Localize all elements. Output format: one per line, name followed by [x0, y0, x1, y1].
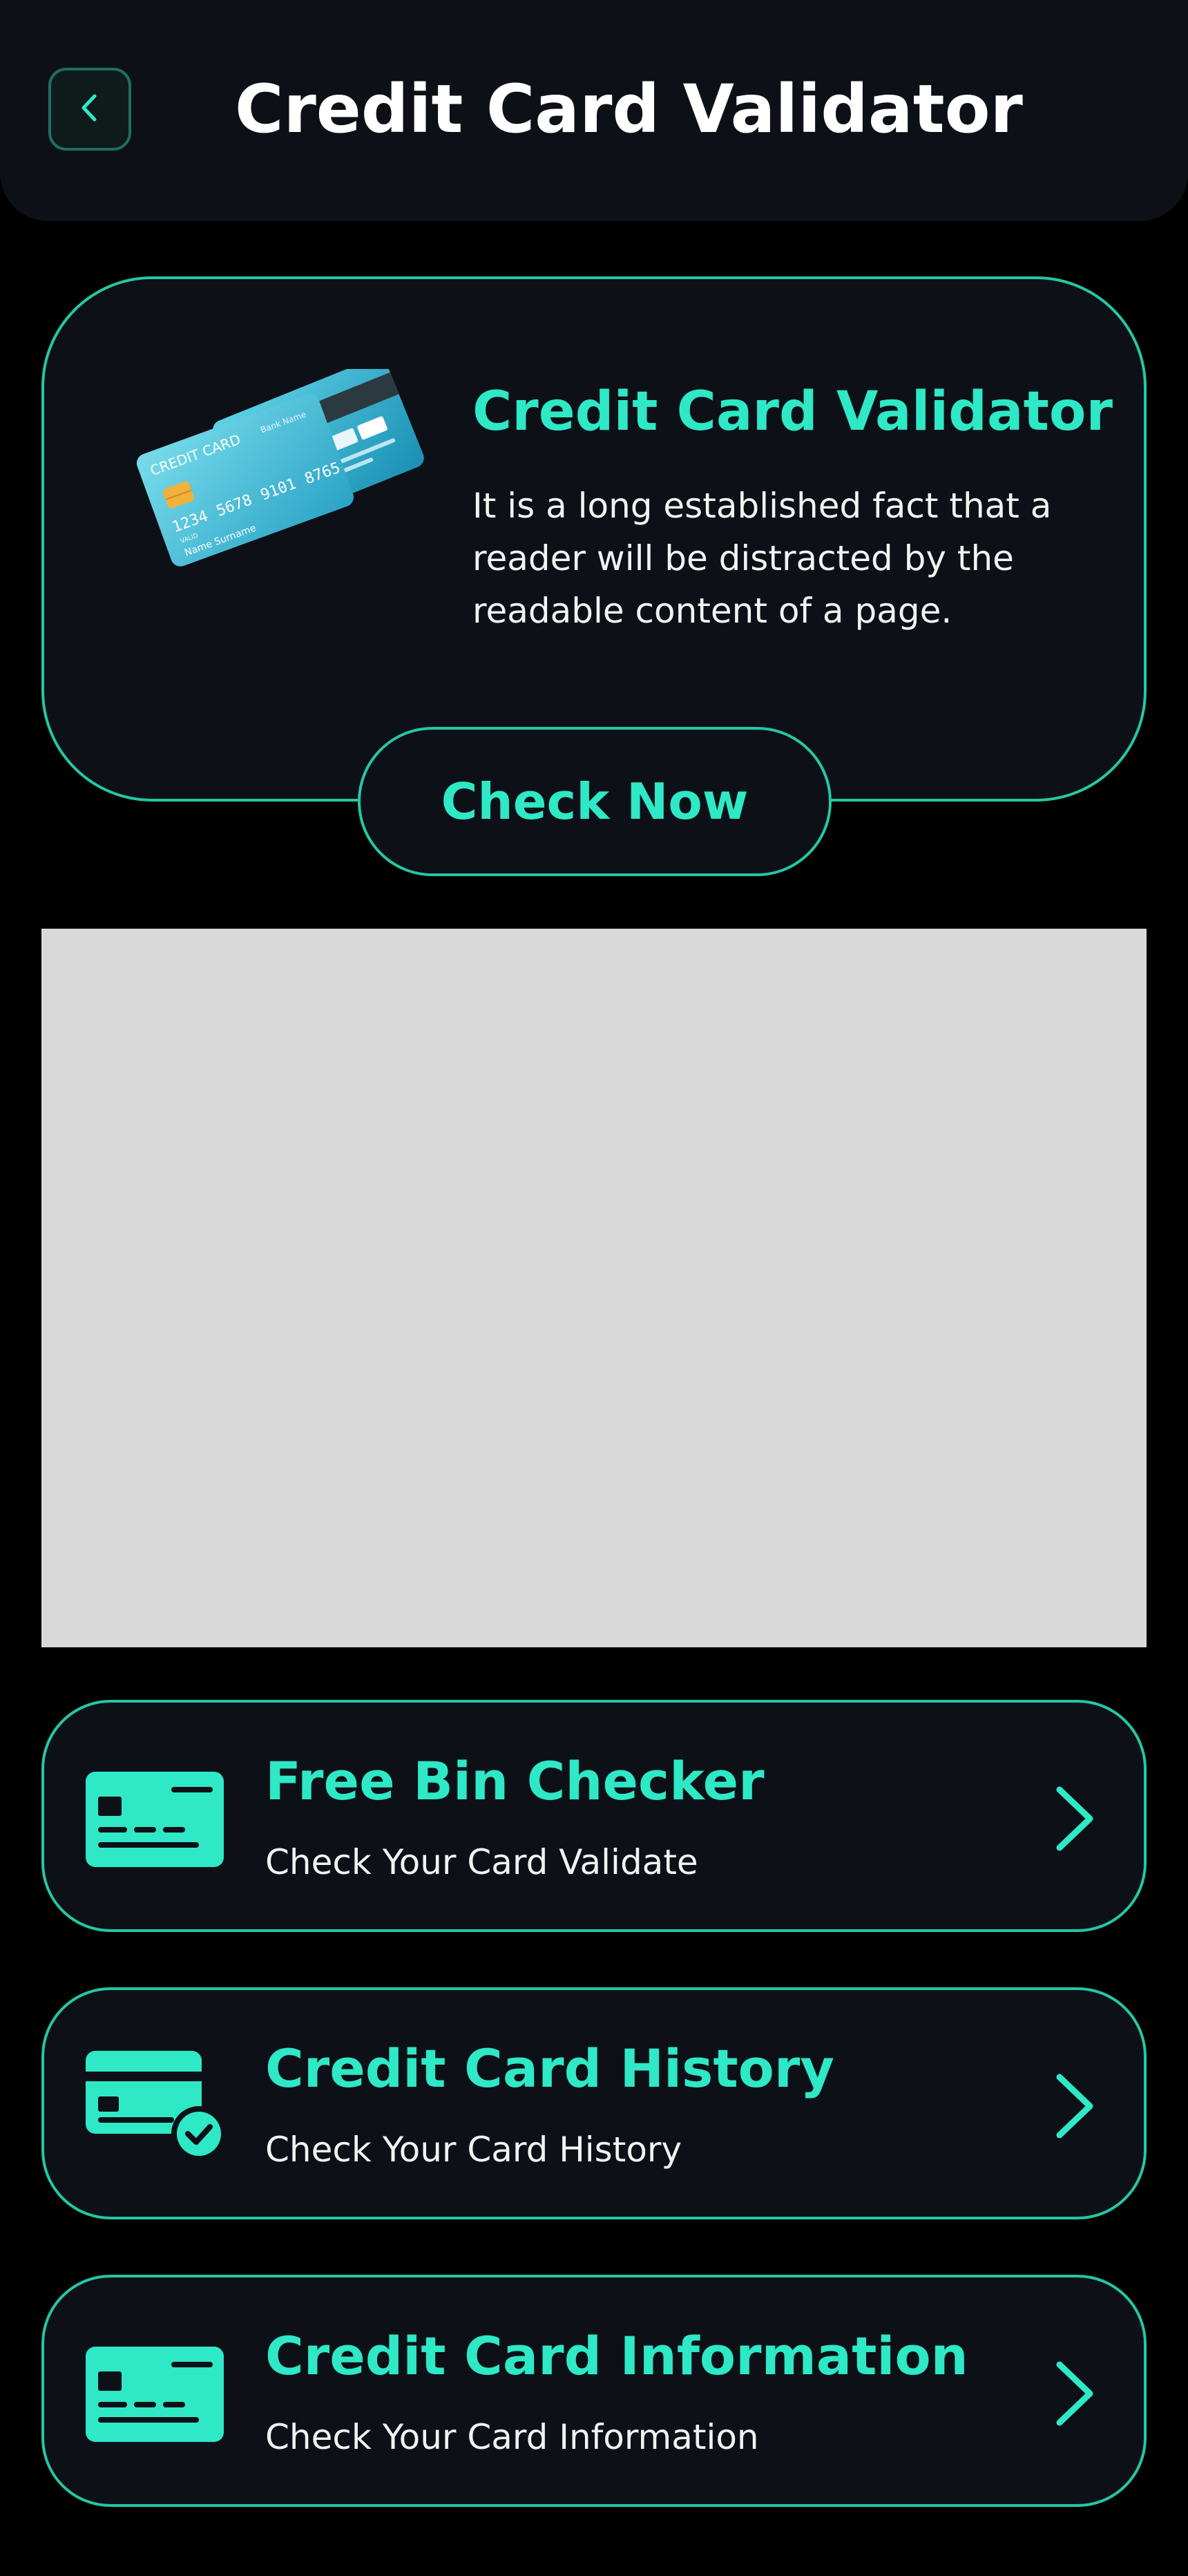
- menu-item-title: Credit Card History: [265, 2038, 834, 2099]
- credit-cards-illustration: CREDIT CARD Bank Name 1234 5678 9101 876…: [106, 357, 424, 618]
- hero-description: It is a long established fact that a rea…: [472, 486, 1052, 631]
- hero-title: Credit Card Validator: [472, 381, 1113, 443]
- credit-card-icon: [84, 2338, 236, 2456]
- menu-item-credit-card-history[interactable]: Credit Card History Check Your Card Hist…: [41, 1987, 1147, 2219]
- page-title: Credit Card Validator: [235, 70, 1023, 148]
- chevron-right-icon: [1040, 2359, 1109, 2428]
- chevron-right-icon: [1040, 1784, 1109, 1853]
- hero-card: CREDIT CARD Bank Name 1234 5678 9101 876…: [41, 276, 1147, 802]
- check-now-button[interactable]: Check Now: [358, 727, 832, 876]
- menu-item-subtitle: Check Your Card Validate: [265, 1842, 698, 1882]
- chevron-right-icon: [1040, 2072, 1109, 2141]
- menu-item-subtitle: Check Your Card History: [265, 2130, 682, 2170]
- menu-item-credit-card-information[interactable]: Credit Card Information Check Your Card …: [41, 2275, 1147, 2507]
- menu-item-title: Credit Card Information: [265, 2325, 968, 2387]
- credit-card-icon: [84, 1763, 236, 1881]
- menu-item-subtitle: Check Your Card Information: [265, 2417, 759, 2457]
- app-header: Credit Card Validator: [0, 0, 1188, 221]
- credit-card-check-icon: [84, 2051, 236, 2168]
- menu-item-title: Free Bin Checker: [265, 1750, 765, 1812]
- back-button[interactable]: [48, 68, 131, 151]
- menu-item-free-bin-checker[interactable]: Free Bin Checker Check Your Card Validat…: [41, 1700, 1147, 1932]
- chevron-left-icon: [73, 91, 107, 128]
- ad-placeholder: [41, 929, 1147, 1647]
